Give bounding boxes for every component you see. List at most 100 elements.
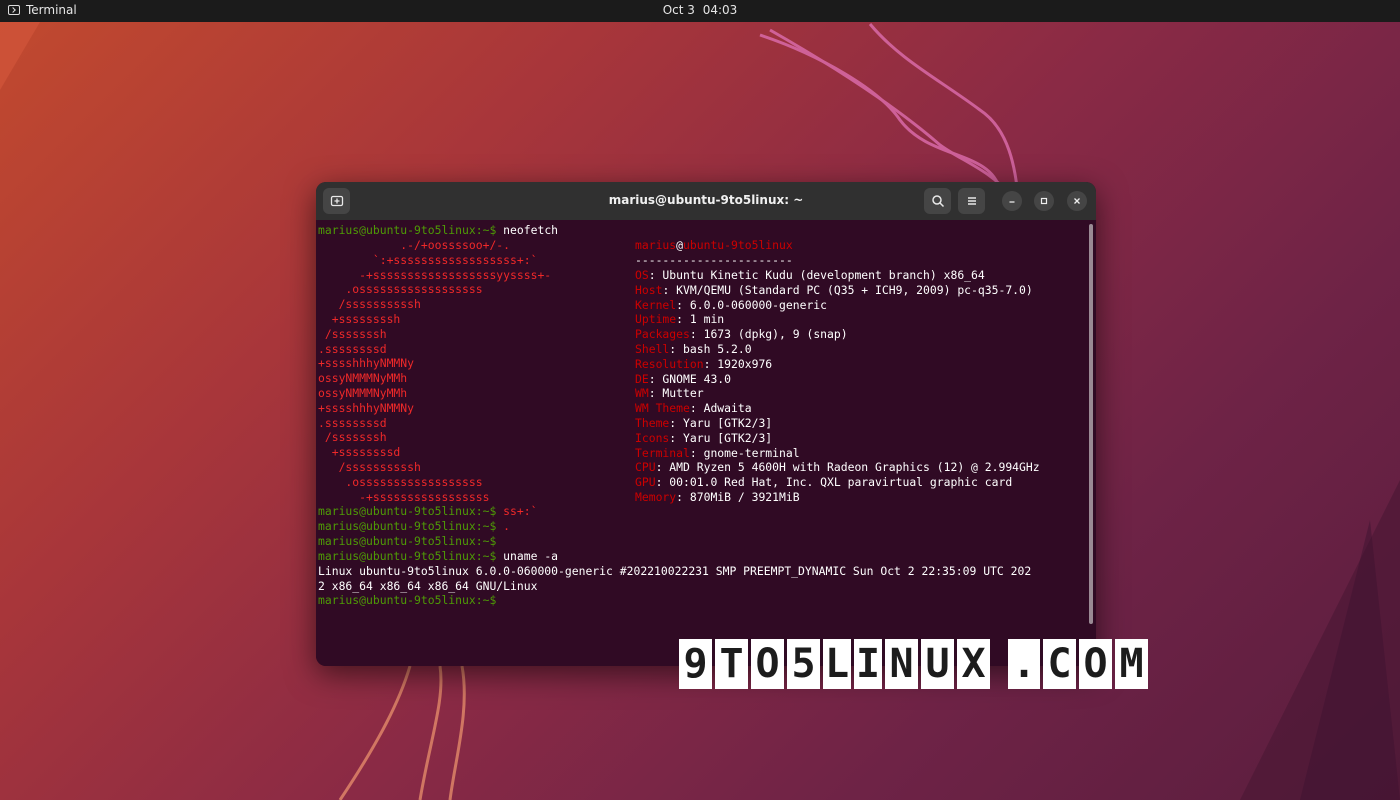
search-icon <box>931 195 944 208</box>
info-row: WM: Mutter <box>635 386 704 401</box>
info-row: Icons: Yaru [GTK2/3] <box>635 431 772 446</box>
top-bar: Terminal Oct 3 04:03 <box>0 0 1400 22</box>
prompt: marius@ubuntu-9to5linux:~$ <box>318 223 497 237</box>
maximize-icon <box>1040 197 1048 205</box>
terminal-line: marius@ubuntu-9to5linux:~$ . <box>318 519 510 534</box>
info-key: Kernel <box>635 297 677 312</box>
ascii-art-line: -+ssssssssssssssssssyyssss+- <box>318 267 552 282</box>
ascii-art-line: .ossssssssssssssssss <box>318 282 483 297</box>
info-key: CPU <box>635 460 656 475</box>
ascii-tail: . <box>496 519 511 533</box>
logo-letter: 9 <box>679 639 712 689</box>
clock-time: 04:03 <box>702 3 738 17</box>
ascii-art-line: /ssssssssssh <box>318 297 421 312</box>
logo-letter: L <box>823 639 851 689</box>
minimize-button[interactable] <box>1002 191 1022 211</box>
ascii-art-line: /sssssssh <box>318 430 387 445</box>
logo-gap <box>993 639 1005 689</box>
logo-letter: M <box>1115 639 1148 689</box>
info-key: Resolution <box>635 356 704 371</box>
info-value: : Adwaita <box>689 401 752 416</box>
ascii-art-line: ossyNMMMNyMMh <box>318 371 408 386</box>
terminal-line: marius@ubuntu-9to5linux:~$ neofetch <box>318 223 558 238</box>
info-key: Theme <box>635 416 670 430</box>
ascii-art-line: +sssshhhyNMMNy <box>318 400 415 415</box>
info-row: GPU: 00:01.0 Red Hat, Inc. QXL paravirtu… <box>635 475 1012 490</box>
terminal-line: marius@ubuntu-9to5linux:~$ ss+:` <box>318 504 537 519</box>
terminal-line: marius@ubuntu-9to5linux:~$ uname -a <box>318 549 558 564</box>
ascii-art-line: .ossssssssssssssssss <box>318 474 483 489</box>
prompt: marius@ubuntu-9to5linux:~$ <box>318 593 497 607</box>
neofetch-at: @ <box>676 238 684 252</box>
ascii-tail: ss+:` <box>496 504 538 518</box>
terminal-output[interactable]: marius@ubuntu-9to5linux:~$ neofetch .-/+… <box>316 220 1096 666</box>
site-logo: 9TO5LINUX.COM <box>679 639 1148 689</box>
terminal-line: marius@ubuntu-9to5linux:~$ <box>318 593 496 608</box>
neofetch-user: marius <box>635 238 677 252</box>
ascii-art-line: .ssssssssd <box>318 415 387 430</box>
uname-output: 2 x86_64 x86_64 x86_64 GNU/Linux <box>318 579 538 593</box>
ascii-art-line: `:+ssssssssssssssssss+:` <box>318 252 538 267</box>
info-row: Packages: 1673 (dpkg), 9 (snap) <box>635 327 848 342</box>
terminal-window: marius@ubuntu-9to5linux: ~ marius@ubuntu… <box>316 182 1096 666</box>
uname-output: Linux ubuntu-9to5linux 6.0.0-060000-gene… <box>318 564 1032 578</box>
separator: ----------------------- <box>635 253 793 267</box>
ascii-art-line: +ssssssssh <box>318 312 401 326</box>
info-value: : AMD Ryzen 5 4600H with Radeon Graphics… <box>655 460 1040 475</box>
neofetch-host: ubuntu-9to5linux <box>683 238 793 252</box>
info-value: : KVM/QEMU (Standard PC (Q35 + ICH9, 200… <box>662 282 1033 297</box>
prompt: marius@ubuntu-9to5linux:~$ <box>318 549 497 563</box>
scrollbar[interactable] <box>1089 224 1093 624</box>
info-row: DE: GNOME 43.0 <box>635 372 731 387</box>
minimize-icon <box>1009 201 1015 203</box>
close-icon <box>1074 198 1080 204</box>
info-key: Memory <box>635 490 677 504</box>
logo-letter: C <box>1043 639 1076 689</box>
ascii-art-line: ossyNMMMNyMMh <box>318 386 408 400</box>
info-value: : 1 min <box>676 312 725 327</box>
info-value: : 1920x976 <box>703 356 773 371</box>
ascii-art-line: +sssshhhyNMMNy <box>318 356 415 371</box>
info-row: CPU: AMD Ryzen 5 4600H with Radeon Graph… <box>635 460 1040 475</box>
logo-letter: T <box>715 639 748 689</box>
maximize-button[interactable] <box>1034 191 1054 211</box>
close-button[interactable] <box>1067 191 1087 211</box>
info-key: Host <box>635 282 663 297</box>
info-key: Terminal <box>635 445 690 460</box>
info-value: : Ubuntu Kinetic Kudu (development branc… <box>648 268 985 282</box>
ascii-art-line: .ssssssssd <box>318 341 387 356</box>
info-row: WM Theme: Adwaita <box>635 401 752 416</box>
logo-letter: U <box>921 639 954 689</box>
menu-button[interactable] <box>958 188 985 214</box>
info-key: GPU <box>635 475 656 490</box>
ascii-art-line: +ssssssssd <box>318 445 401 460</box>
clock[interactable]: Oct 3 04:03 <box>0 3 1400 17</box>
clock-date: Oct 3 <box>662 3 695 17</box>
ascii-art-line: /ssssssssssh <box>318 460 421 474</box>
prompt: marius@ubuntu-9to5linux:~$ <box>318 504 497 518</box>
ascii-art-line: -+sssssssssssssssss <box>318 489 490 504</box>
prompt: marius@ubuntu-9to5linux:~$ <box>318 534 497 548</box>
info-value: : GNOME 43.0 <box>648 371 732 386</box>
info-value: : 1673 (dpkg), 9 (snap) <box>689 327 848 342</box>
logo-letter: X <box>957 639 990 689</box>
info-value: : Yaru [GTK2/3] <box>669 416 773 430</box>
terminal-line: marius@ubuntu-9to5linux:~$ <box>318 534 496 549</box>
info-value: : gnome-terminal <box>689 445 800 460</box>
info-key: Shell <box>635 342 670 356</box>
info-row: Terminal: gnome-terminal <box>635 446 800 461</box>
info-row: Shell: bash 5.2.0 <box>635 342 752 357</box>
title-bar[interactable]: marius@ubuntu-9to5linux: ~ <box>316 182 1096 220</box>
command: neofetch <box>496 223 559 237</box>
info-value: : Mutter <box>648 386 704 401</box>
info-row: Theme: Yaru [GTK2/3] <box>635 416 772 431</box>
logo-letter: I <box>854 639 882 689</box>
logo-letter: N <box>885 639 918 689</box>
info-key: WM <box>635 386 649 401</box>
search-button[interactable] <box>924 188 951 214</box>
info-value: : 00:01.0 Red Hat, Inc. QXL paravirtual … <box>655 475 1013 490</box>
info-key: WM Theme <box>635 401 690 416</box>
info-value: : Yaru [GTK2/3] <box>669 430 773 445</box>
logo-letter: O <box>751 639 784 689</box>
info-key: Icons <box>635 430 670 445</box>
